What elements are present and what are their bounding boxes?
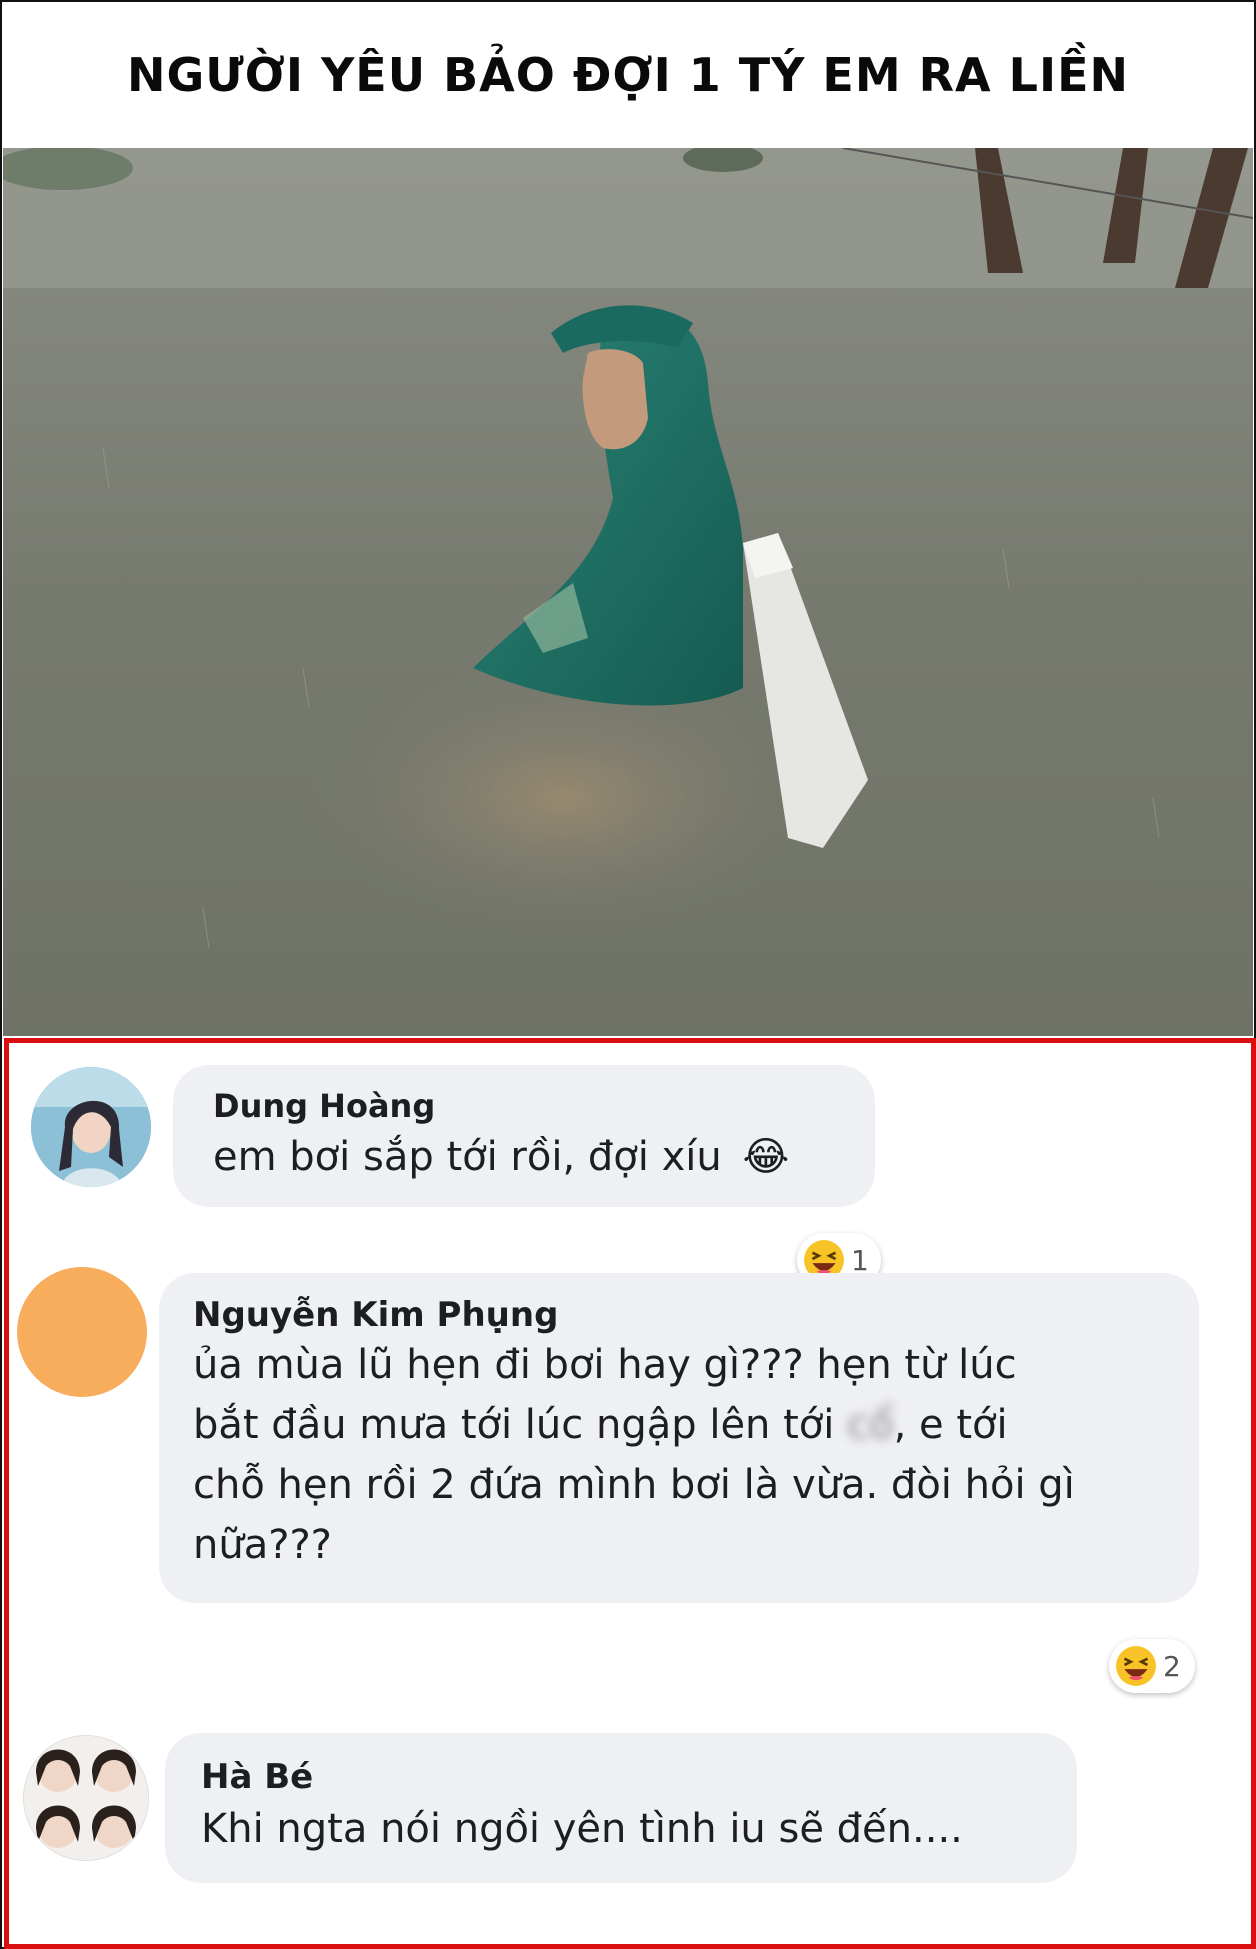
comment-3: Hà Bé Khi ngta nói ngồi yên tình iu sẽ đ… (9, 1733, 1251, 1933)
comment-line-4: nữa??? (193, 1522, 332, 1568)
reaction-badge[interactable]: 2 (1109, 1639, 1195, 1693)
comment-line-1: ủa mùa lũ hẹn đi bơi hay gì??? hẹn từ lú… (193, 1342, 1017, 1388)
comment-2: Nguyễn Kim Phụng ủa mùa lũ hẹn đi bơi ha… (9, 1267, 1251, 1693)
comment-1: Dung Hoàng em bơi sắp tới rồi, đợi xíu 😂… (9, 1043, 1251, 1287)
comment-text-body: em bơi sắp tới rồi, đợi xíu (213, 1134, 722, 1180)
comment-text: em bơi sắp tới rồi, đợi xíu 😂 (213, 1127, 789, 1187)
blurred-word: cổ (847, 1402, 894, 1448)
comment-text: Khi ngta nói ngồi yên tình iu sẽ đến.... (201, 1806, 963, 1852)
comment-line-2-end: , e tới (893, 1402, 1008, 1448)
comment-bubble: Nguyễn Kim Phụng ủa mùa lũ hẹn đi bơi ha… (159, 1273, 1199, 1603)
collage-portrait-icon (24, 1736, 148, 1860)
comment-bubble: Dung Hoàng em bơi sắp tới rồi, đợi xíu 😂 (173, 1065, 875, 1207)
comment-bubble: Hà Bé Khi ngta nói ngồi yên tình iu sẽ đ… (165, 1733, 1077, 1883)
laughing-face-icon (1116, 1646, 1156, 1686)
laughing-tears-emoji-icon: 😂 (742, 1134, 790, 1180)
comment-line-2-start: bắt đầu mưa tới lúc ngập lên tới (193, 1402, 848, 1448)
flood-scene-illustration (3, 148, 1253, 1036)
comment-text: ủa mùa lũ hẹn đi bơi hay gì??? hẹn từ lú… (193, 1335, 1075, 1575)
portrait-icon (31, 1067, 151, 1187)
reaction-count: 1 (851, 1243, 869, 1277)
title-bar: NGƯỜI YÊU BẢO ĐỢI 1 TÝ EM RA LIỀN (2, 2, 1254, 148)
avatar[interactable] (23, 1735, 149, 1861)
avatar[interactable] (17, 1267, 147, 1397)
comments-panel: Dung Hoàng em bơi sắp tới rồi, đợi xíu 😂… (4, 1038, 1256, 1949)
avatar[interactable] (31, 1067, 151, 1187)
comment-line-2: bắt đầu mưa tới lúc ngập lên tới cổ, e t… (193, 1395, 1075, 1455)
commenter-name[interactable]: Nguyễn Kim Phụng (193, 1295, 558, 1335)
flood-photo (3, 148, 1253, 1036)
comment-line-3: chỗ hẹn rồi 2 đứa mình bơi là vừa. đòi h… (193, 1462, 1075, 1508)
reaction-count: 2 (1163, 1649, 1181, 1683)
commenter-name[interactable]: Dung Hoàng (213, 1087, 435, 1125)
commenter-name[interactable]: Hà Bé (201, 1757, 313, 1797)
meme-title: NGƯỜI YÊU BẢO ĐỢI 1 TÝ EM RA LIỀN (126, 48, 1130, 102)
